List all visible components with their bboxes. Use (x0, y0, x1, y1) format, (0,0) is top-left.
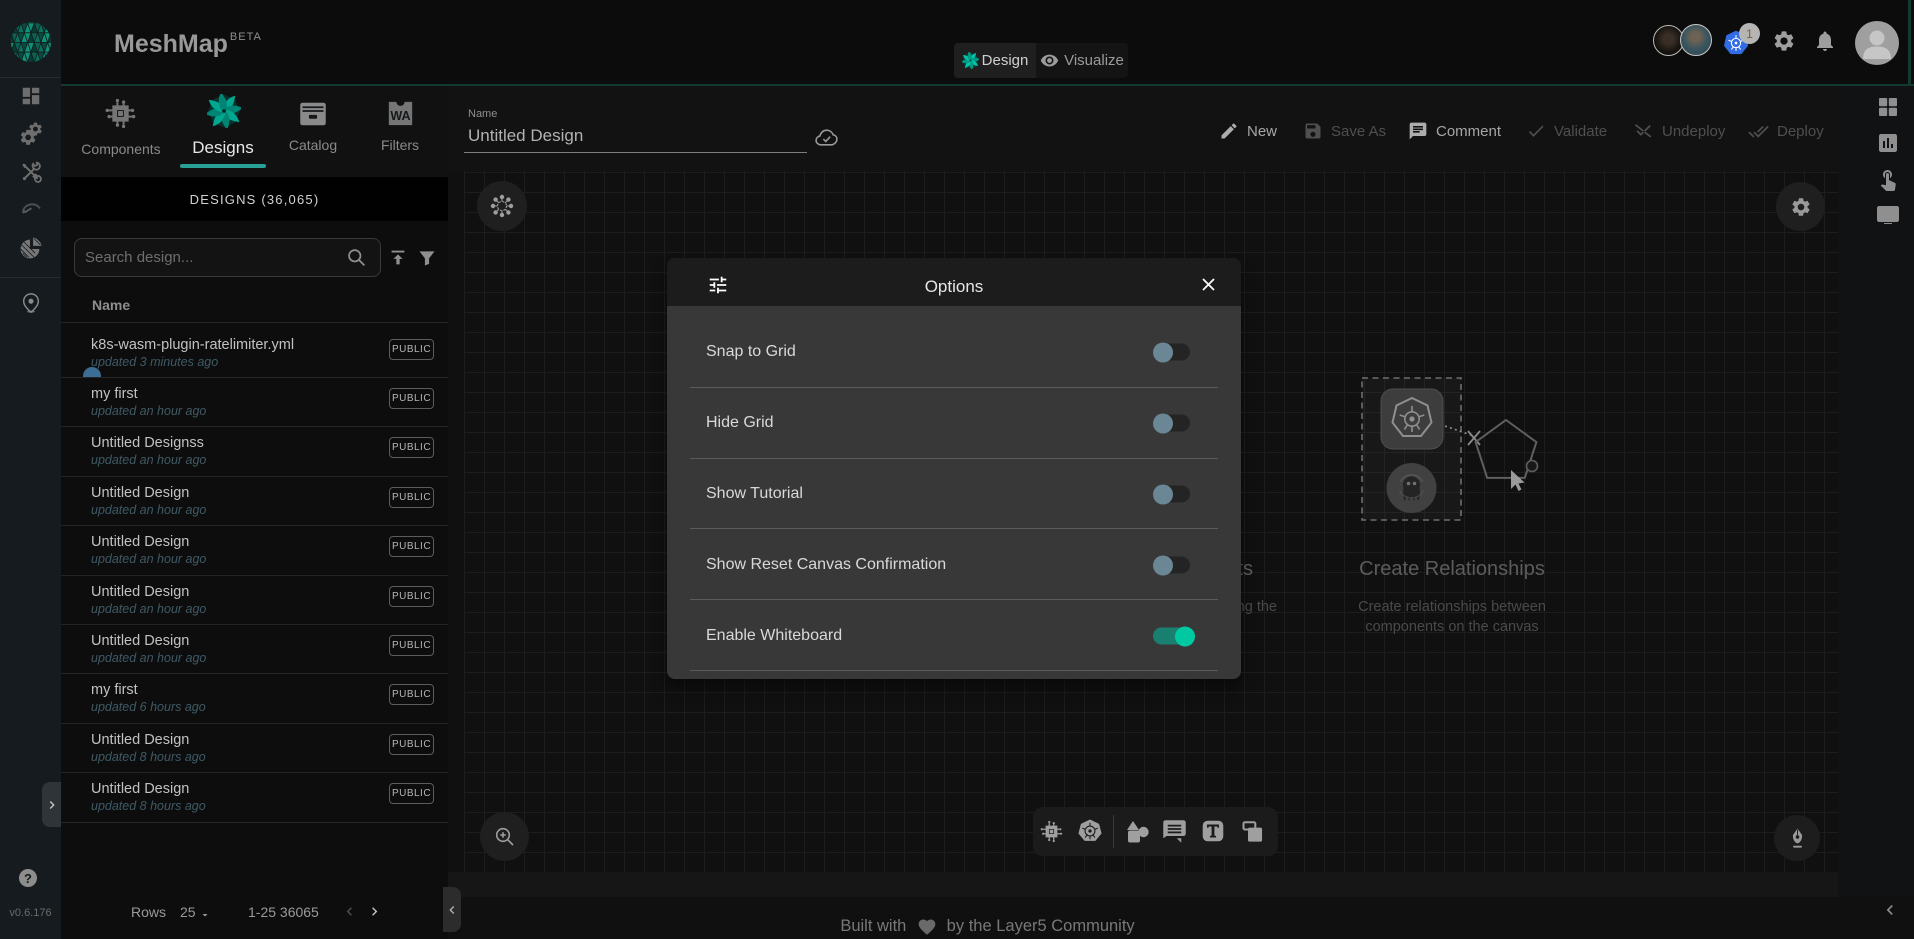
svg-text:WA: WA (390, 109, 410, 123)
